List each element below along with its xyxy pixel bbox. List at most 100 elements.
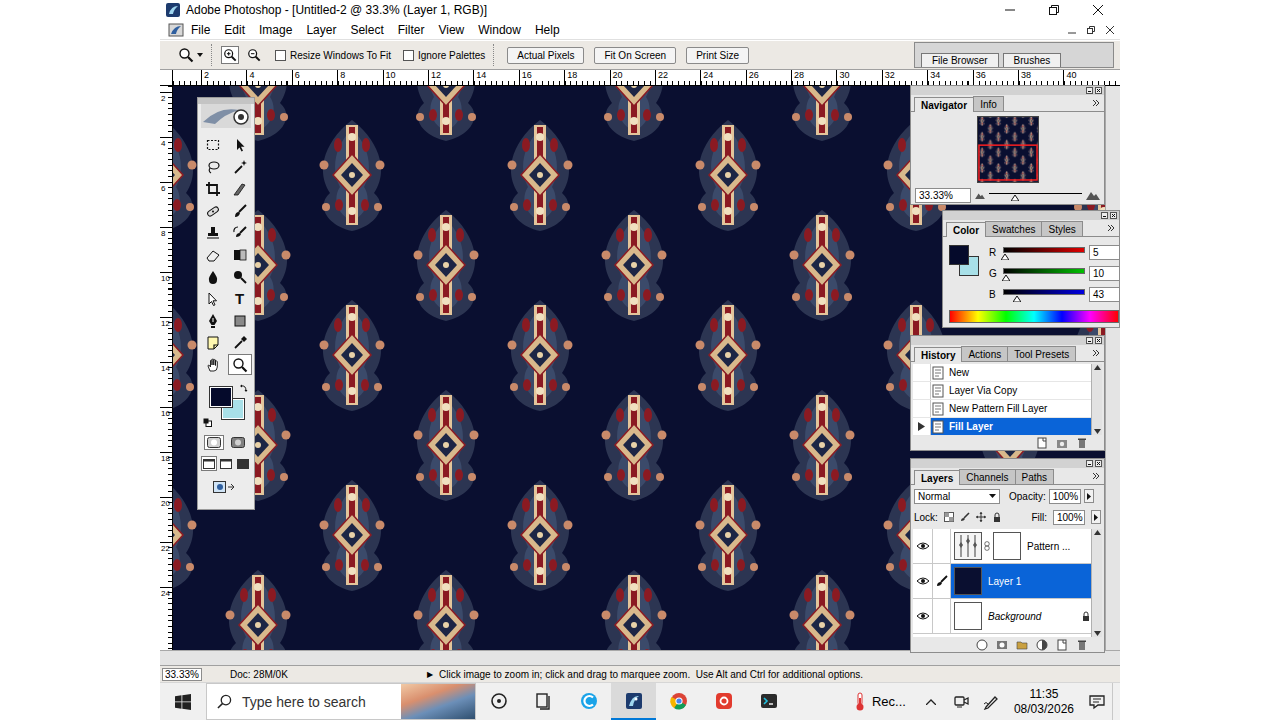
eye-icon[interactable] bbox=[916, 611, 930, 621]
palette-close-icon[interactable] bbox=[1095, 87, 1102, 94]
full-screen-button[interactable] bbox=[235, 456, 251, 471]
navigator-zoom-field[interactable]: 33.33% bbox=[915, 188, 971, 203]
lock-pixels-brush-icon[interactable] bbox=[960, 512, 970, 522]
pen-workspace-button[interactable] bbox=[976, 683, 1006, 720]
menu-item[interactable]: Window bbox=[471, 23, 528, 37]
timeline-taskbar-button[interactable] bbox=[521, 683, 566, 720]
notifications-button[interactable] bbox=[1082, 683, 1112, 720]
trash-icon[interactable] bbox=[1076, 639, 1088, 651]
search-box[interactable]: Type here to search bbox=[206, 683, 476, 720]
gradient-tool[interactable] bbox=[228, 244, 252, 265]
palette-tab[interactable]: Color bbox=[946, 222, 986, 237]
quick-mask-mode-button[interactable] bbox=[228, 435, 248, 450]
minimize-button[interactable] bbox=[988, 0, 1032, 20]
layer-row[interactable]: Pattern ... bbox=[913, 529, 1091, 564]
opacity-slider-button[interactable] bbox=[1084, 489, 1094, 503]
mountain-icon[interactable] bbox=[1086, 190, 1100, 200]
lock-icon[interactable] bbox=[1081, 611, 1091, 621]
palette-tab[interactable]: Styles bbox=[1041, 221, 1082, 236]
task-view-taskbar-button[interactable] bbox=[476, 683, 521, 720]
view-box[interactable] bbox=[978, 145, 1036, 180]
scroll-down-icon[interactable] bbox=[1094, 429, 1101, 434]
chain-icon[interactable] bbox=[982, 541, 992, 551]
channel-track[interactable] bbox=[1003, 289, 1085, 295]
fill-slider-button[interactable] bbox=[1091, 510, 1101, 524]
slider-thumb-icon[interactable] bbox=[1001, 254, 1009, 260]
mountain-icon[interactable] bbox=[975, 192, 985, 199]
shape-tool[interactable] bbox=[228, 310, 252, 331]
option-button[interactable]: Fit On Screen bbox=[594, 47, 676, 64]
lock-all-icon[interactable] bbox=[992, 512, 1002, 522]
history-item[interactable]: New Pattern Fill Layer bbox=[913, 400, 1091, 418]
layer-row[interactable]: Background bbox=[913, 599, 1091, 634]
copilot-taskbar-button[interactable] bbox=[566, 683, 611, 720]
link-cell[interactable] bbox=[933, 529, 951, 563]
default-colors-button[interactable] bbox=[203, 418, 212, 427]
eraser-tool[interactable] bbox=[201, 244, 225, 265]
healing-tool[interactable] bbox=[201, 200, 225, 221]
channel-track[interactable] bbox=[1003, 247, 1085, 253]
slider-thumb[interactable] bbox=[1002, 275, 1010, 281]
document-minimize-button[interactable] bbox=[1065, 23, 1078, 36]
checkbox-box[interactable] bbox=[403, 50, 414, 61]
crop-tool[interactable] bbox=[201, 178, 225, 199]
mask-icon[interactable] bbox=[996, 639, 1008, 651]
history-state-icon[interactable] bbox=[918, 422, 925, 431]
scroll-down-icon[interactable] bbox=[1094, 631, 1101, 636]
marquee-tool[interactable] bbox=[201, 134, 225, 155]
ruler-origin[interactable] bbox=[160, 70, 173, 86]
navigator-thumbnail[interactable] bbox=[977, 116, 1039, 183]
layer-mask-thumbnail[interactable] bbox=[993, 532, 1021, 560]
snapshot-icon[interactable] bbox=[1056, 437, 1068, 449]
type-tool[interactable]: T bbox=[228, 288, 252, 309]
foreground-color[interactable] bbox=[949, 245, 969, 265]
tool-preset-picker[interactable] bbox=[178, 47, 203, 63]
history-source-cell[interactable] bbox=[913, 400, 931, 417]
palette-menu-button[interactable] bbox=[1092, 99, 1101, 107]
toolbox-grip[interactable] bbox=[198, 98, 254, 104]
slider-thumb[interactable] bbox=[1013, 296, 1021, 302]
link-cell[interactable] bbox=[933, 599, 951, 633]
zoom-tool[interactable] bbox=[228, 354, 252, 375]
palette-minimize-icon[interactable] bbox=[1101, 212, 1108, 219]
document-restore-button[interactable] bbox=[1084, 23, 1097, 36]
standard-window-button[interactable] bbox=[201, 456, 217, 471]
lock-transparency-icon[interactable] bbox=[944, 512, 954, 522]
trash-icon[interactable] bbox=[1076, 437, 1088, 449]
swap-colors-button[interactable] bbox=[240, 383, 249, 392]
palette-title-bar[interactable] bbox=[911, 336, 1104, 345]
channel-value[interactable]: 43 bbox=[1089, 287, 1119, 302]
history-source-cell[interactable] bbox=[913, 382, 931, 399]
adjust-icon[interactable] bbox=[1036, 639, 1048, 651]
palette-title-bar[interactable] bbox=[943, 211, 1119, 220]
palette-tab[interactable]: Swatches bbox=[985, 221, 1042, 236]
palette-minimize-icon[interactable] bbox=[1086, 460, 1093, 467]
channel-value[interactable]: 5 bbox=[1089, 245, 1119, 260]
menu-item[interactable]: Select bbox=[343, 23, 390, 37]
eye-icon[interactable] bbox=[916, 576, 930, 586]
scroll-up-icon[interactable] bbox=[1094, 365, 1101, 370]
channel-track[interactable] bbox=[1003, 268, 1085, 274]
fill-field[interactable]: 100% bbox=[1053, 510, 1085, 525]
channel-slider[interactable] bbox=[1003, 286, 1085, 302]
menu-item[interactable]: View bbox=[431, 23, 471, 37]
blend-mode-select[interactable]: Normal bbox=[914, 489, 1000, 504]
vertical-ruler[interactable]: 24681012141618202224 bbox=[160, 86, 173, 650]
channel-value[interactable]: 10 bbox=[1089, 266, 1119, 281]
photoshop-feather-logo-icon[interactable] bbox=[201, 104, 251, 128]
visibility-cell[interactable] bbox=[913, 599, 933, 633]
palette-tab[interactable]: Layers bbox=[914, 470, 960, 485]
history-brush-tool[interactable] bbox=[228, 222, 252, 243]
palette-tab[interactable]: History bbox=[914, 347, 962, 362]
channel-slider[interactable] bbox=[1003, 244, 1085, 260]
checkbox-box[interactable] bbox=[275, 50, 286, 61]
restore-button[interactable] bbox=[1032, 0, 1076, 20]
magic-wand-tool[interactable] bbox=[228, 156, 252, 177]
palette-well-tab[interactable]: File Browser bbox=[921, 53, 999, 67]
search-highlight-image[interactable] bbox=[401, 684, 475, 719]
palette-minimize-icon[interactable] bbox=[1086, 337, 1093, 344]
palette-tab[interactable]: Tool Presets bbox=[1007, 346, 1076, 361]
history-scrollbar[interactable] bbox=[1091, 364, 1102, 435]
pen-tool[interactable] bbox=[201, 310, 225, 331]
status-zoom-field[interactable]: 33.33% bbox=[162, 668, 202, 681]
